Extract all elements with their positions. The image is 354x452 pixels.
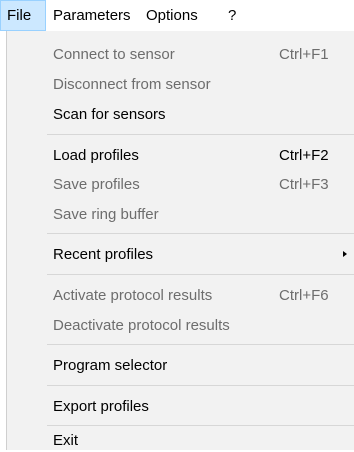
menu-item-save-profiles[interactable]: Save profiles Ctrl+F3 [7,173,354,196]
menu-item-label: Disconnect from sensor [53,76,211,93]
menu-item-shortcut: Ctrl+F2 [279,147,329,164]
menu-item-label: Save ring buffer [53,206,159,223]
menu-options[interactable]: Options [146,0,198,31]
menu-item-activate-protocol-results[interactable]: Activate protocol results Ctrl+F6 [7,284,354,307]
menu-separator [47,385,354,386]
menu-item-shortcut: Ctrl+F3 [279,176,329,193]
menu-item-load-profiles[interactable]: Load profiles Ctrl+F2 [7,144,354,167]
menu-item-recent-profiles[interactable]: Recent profiles [7,243,354,266]
menu-separator [47,274,354,275]
menu-item-shortcut: Ctrl+F6 [279,287,329,304]
menu-bar: File Parameters Options ? [0,0,354,31]
menu-item-exit[interactable]: Exit [7,427,354,450]
menu-item-label: Exit [53,432,79,449]
menu-item-label: Program selector [53,357,168,374]
menu-item-export-profiles[interactable]: Export profiles [7,395,354,418]
menu-item-scan-for-sensors[interactable]: Scan for sensors [7,103,354,126]
menu-item-label: Activate protocol results [53,287,213,304]
menu-separator [47,344,354,345]
menu-file[interactable]: File [0,0,46,31]
menu-parameters[interactable]: Parameters [53,0,131,31]
submenu-arrow-icon [343,251,347,257]
menu-item-label: Save profiles [53,176,140,193]
menu-item-label: Recent profiles [53,246,154,263]
menu-item-label: Deactivate protocol results [53,317,230,334]
menu-item-label: Scan for sensors [53,106,166,123]
menu-item-shortcut: Ctrl+F1 [279,46,329,63]
menu-item-connect-to-sensor[interactable]: Connect to sensor Ctrl+F1 [7,43,354,66]
menu-item-save-ring-buffer[interactable]: Save ring buffer [7,203,354,226]
menu-item-label: Load profiles [53,147,139,164]
menu-item-disconnect-from-sensor[interactable]: Disconnect from sensor [7,73,354,96]
menu-separator [47,425,354,426]
menu-help[interactable]: ? [228,0,236,31]
file-menu-dropdown: Connect to sensor Ctrl+F1 Disconnect fro… [6,31,354,450]
menu-item-program-selector[interactable]: Program selector [7,354,354,377]
menu-item-deactivate-protocol-results[interactable]: Deactivate protocol results [7,314,354,337]
menu-separator [47,134,354,135]
menu-separator [47,233,354,234]
menu-item-label: Connect to sensor [53,46,175,63]
menu-item-label: Export profiles [53,398,149,415]
